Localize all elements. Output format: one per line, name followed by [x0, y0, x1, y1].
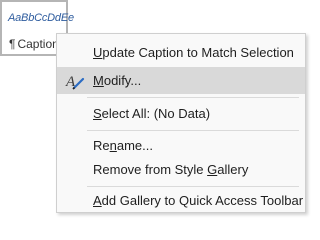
- menu-item-label: Add Gallery to Quick Access Toolbar: [93, 193, 304, 208]
- menu-item-label: Rename...: [93, 138, 153, 153]
- style-preview-text: AaBbCcDdEe: [8, 12, 74, 24]
- menu-item-label: Modify...: [93, 73, 142, 88]
- menu-item-remove-from-gallery[interactable]: Remove from Style Gallery: [57, 156, 305, 183]
- pilcrow-icon: ¶: [9, 37, 16, 51]
- menu-item-rename[interactable]: Rename...: [57, 132, 305, 159]
- menu-item-update-caption[interactable]: Update Caption to Match Selection: [57, 39, 305, 66]
- modify-style-icon: A: [65, 71, 85, 91]
- menu-item-label: Remove from Style Gallery: [93, 162, 249, 177]
- style-name-label: ¶ Caption: [9, 37, 59, 51]
- menu-item-select-all[interactable]: Select All: (No Data): [57, 100, 305, 127]
- menu-separator: [87, 130, 299, 131]
- menu-separator: [87, 97, 299, 98]
- menu-item-label: Update Caption to Match Selection: [93, 45, 294, 60]
- style-name-text: Caption: [17, 37, 59, 51]
- menu-item-modify[interactable]: A Modify...: [57, 67, 305, 94]
- menu-item-label: Select All: (No Data): [93, 106, 211, 121]
- menu-item-add-gallery-to-qat[interactable]: Add Gallery to Quick Access Toolbar: [57, 187, 305, 214]
- style-context-menu: Update Caption to Match Selection A Modi…: [56, 33, 306, 213]
